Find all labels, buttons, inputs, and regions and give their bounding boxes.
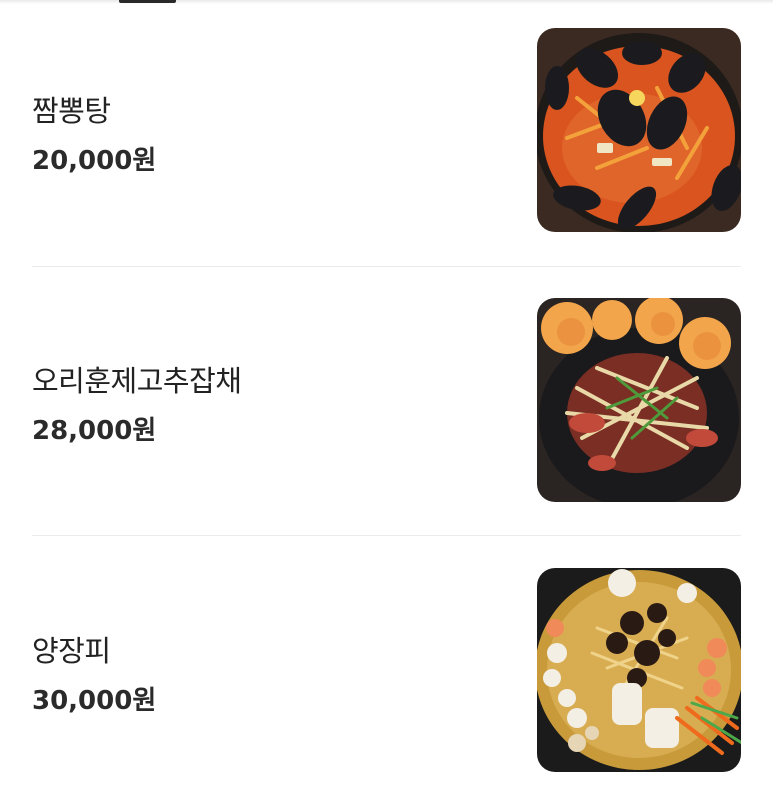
top-edge-shadow: [0, 0, 773, 4]
menu-item-jjamppong[interactable]: 짬뽕탕 20,000원: [32, 28, 741, 233]
menu-item-name: 양장피: [32, 634, 111, 668]
menu-divider: [32, 535, 741, 536]
scroll-indicator: [119, 0, 176, 3]
jjamppong-stew-image[interactable]: [537, 28, 741, 232]
menu-item-name: 오리훈제고추잡채: [32, 364, 242, 398]
menu-divider: [32, 266, 741, 267]
menu-item-smoked-duck-japchae[interactable]: 오리훈제고추잡채 28,000원: [32, 298, 741, 503]
menu-item-price: 20,000원: [32, 146, 157, 176]
menu-item-name: 짬뽕탕: [32, 94, 111, 128]
menu-item-price: 30,000원: [32, 686, 157, 716]
smoked-duck-japchae-image[interactable]: [537, 298, 741, 502]
yangjangpi-image[interactable]: [537, 568, 741, 772]
menu-item-price: 28,000원: [32, 416, 157, 446]
menu-item-yangjangpi[interactable]: 양장피 30,000원: [32, 568, 741, 773]
